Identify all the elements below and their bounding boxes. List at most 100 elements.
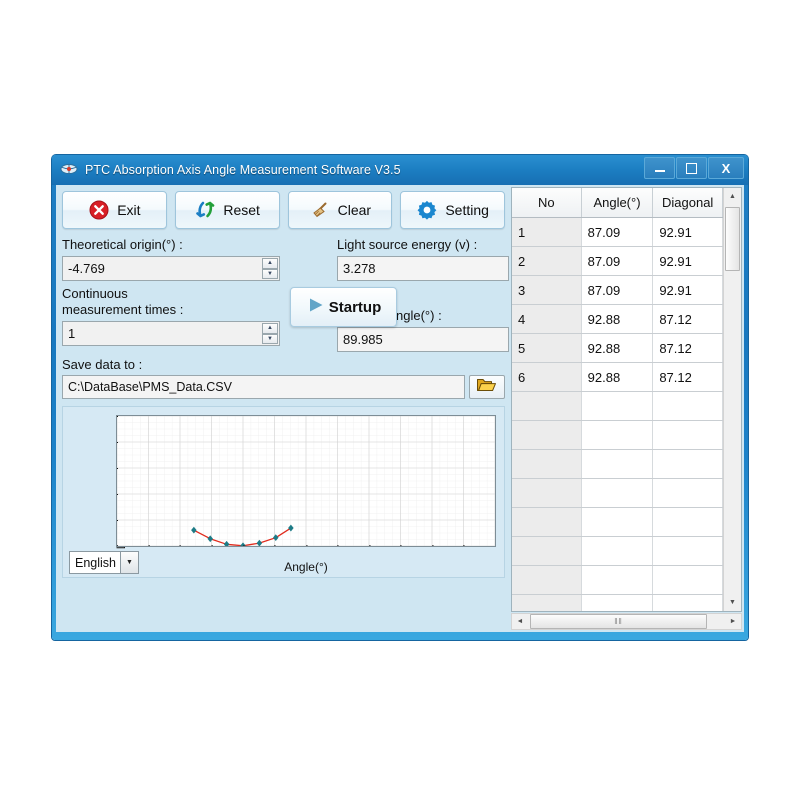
table-header-row: No Angle(°) Diagonal bbox=[512, 188, 723, 218]
close-button[interactable]: X bbox=[708, 157, 744, 179]
cell-angle bbox=[581, 392, 653, 421]
maximize-button[interactable] bbox=[676, 157, 707, 179]
table-row[interactable] bbox=[512, 537, 723, 566]
table-row[interactable]: 492.8887.12 bbox=[512, 305, 723, 334]
horizontal-scrollbar[interactable]: ◄ ‖‖ ► bbox=[511, 613, 742, 630]
table-row[interactable]: 692.8887.12 bbox=[512, 363, 723, 392]
cell-angle bbox=[581, 537, 653, 566]
cell-angle: 87.09 bbox=[581, 276, 653, 305]
column-header-diagonal[interactable]: Diagonal bbox=[653, 188, 723, 218]
tick-mark bbox=[338, 545, 339, 547]
table-row[interactable] bbox=[512, 566, 723, 595]
cell-angle bbox=[581, 595, 653, 612]
right-panel: No Angle(°) Diagonal 187.0992.91287.0992… bbox=[511, 185, 744, 632]
folder-open-icon bbox=[476, 376, 498, 399]
clear-label: Clear bbox=[338, 202, 371, 218]
table-row[interactable] bbox=[512, 421, 723, 450]
tick-mark bbox=[116, 416, 118, 417]
language-value: English bbox=[70, 556, 120, 570]
play-icon bbox=[306, 295, 326, 320]
exit-button[interactable]: Exit bbox=[62, 191, 167, 229]
table-row[interactable] bbox=[512, 479, 723, 508]
stepper-up-icon[interactable]: ▲ bbox=[262, 323, 278, 334]
table-row[interactable] bbox=[512, 450, 723, 479]
cell-diagonal: 87.12 bbox=[653, 305, 723, 334]
maximize-icon bbox=[686, 163, 697, 174]
gear-icon bbox=[416, 199, 438, 221]
cell-no bbox=[512, 508, 581, 537]
horizontal-scroll-thumb[interactable]: ‖‖ bbox=[530, 614, 707, 629]
fields-area: Theoretical origin(°) : -4.769 ▲ ▼ Conti… bbox=[62, 237, 505, 355]
table-row[interactable] bbox=[512, 595, 723, 612]
table-row[interactable] bbox=[512, 508, 723, 537]
stepper-up-icon[interactable]: ▲ bbox=[262, 258, 278, 269]
tick-mark bbox=[432, 545, 433, 547]
cell-no: 5 bbox=[512, 334, 581, 363]
cell-diagonal: 87.12 bbox=[653, 334, 723, 363]
browse-button[interactable] bbox=[469, 375, 505, 399]
scroll-down-icon[interactable]: ▼ bbox=[724, 594, 741, 611]
cell-no bbox=[512, 392, 581, 421]
light-energy-label: Light source energy (v) : bbox=[337, 237, 509, 253]
column-header-angle[interactable]: Angle(°) bbox=[581, 188, 653, 218]
stepper-down-icon[interactable]: ▼ bbox=[262, 334, 278, 345]
minimize-button[interactable] bbox=[644, 157, 675, 179]
table-row[interactable]: 387.0992.91 bbox=[512, 276, 723, 305]
column-header-no[interactable]: No bbox=[512, 188, 581, 218]
language-select[interactable]: English ▼ bbox=[69, 551, 139, 574]
table-row[interactable]: 287.0992.91 bbox=[512, 247, 723, 276]
chart-plot-area: 0246810025507510012515017520022525027530… bbox=[116, 415, 496, 547]
cell-angle bbox=[581, 450, 653, 479]
tick-mark bbox=[117, 545, 118, 547]
reset-icon bbox=[194, 199, 216, 221]
tick-mark bbox=[275, 545, 276, 547]
application-window: PTC Absorption Axis Angle Measurement So… bbox=[52, 155, 748, 640]
cell-no: 6 bbox=[512, 363, 581, 392]
tick-mark bbox=[116, 468, 118, 469]
chevron-down-icon[interactable]: ▼ bbox=[120, 552, 138, 573]
stepper-down-icon[interactable]: ▼ bbox=[262, 269, 278, 280]
scroll-up-icon[interactable]: ▲ bbox=[724, 188, 741, 205]
cell-diagonal: 92.91 bbox=[653, 276, 723, 305]
cell-no: 3 bbox=[512, 276, 581, 305]
save-path-value: C:\DataBase\PMS_Data.CSV bbox=[68, 380, 232, 394]
continuous-times-stepper[interactable]: ▲ ▼ bbox=[262, 323, 278, 344]
theoretical-origin-stepper[interactable]: ▲ ▼ bbox=[262, 258, 278, 279]
table-body: 187.0992.91287.0992.91387.0992.91492.888… bbox=[512, 218, 723, 612]
cell-angle bbox=[581, 566, 653, 595]
table-row[interactable]: 592.8887.12 bbox=[512, 334, 723, 363]
clear-button[interactable]: Clear bbox=[288, 191, 393, 229]
theoretical-origin-input[interactable]: -4.769 ▲ ▼ bbox=[62, 256, 280, 281]
chart-svg bbox=[117, 416, 495, 546]
cell-diagonal: 92.91 bbox=[653, 218, 723, 247]
startup-button[interactable]: Startup bbox=[290, 287, 397, 327]
setting-button[interactable]: Setting bbox=[400, 191, 505, 229]
theoretical-origin-label: Theoretical origin(°) : bbox=[62, 237, 280, 253]
tick-mark bbox=[401, 545, 402, 547]
scroll-left-icon[interactable]: ◄ bbox=[512, 614, 528, 629]
cell-no bbox=[512, 566, 581, 595]
tick-mark bbox=[116, 546, 118, 547]
continuous-label-line2: measurement times : bbox=[62, 302, 280, 318]
scroll-right-icon[interactable]: ► bbox=[725, 614, 741, 629]
left-panel: Exit Reset bbox=[56, 185, 511, 632]
cell-angle bbox=[581, 508, 653, 537]
cell-no bbox=[512, 421, 581, 450]
vertical-scroll-thumb[interactable] bbox=[725, 207, 740, 271]
cell-angle: 92.88 bbox=[581, 305, 653, 334]
cell-no bbox=[512, 595, 581, 612]
table-row[interactable] bbox=[512, 392, 723, 421]
cell-no bbox=[512, 450, 581, 479]
table-row[interactable]: 187.0992.91 bbox=[512, 218, 723, 247]
data-table-container: No Angle(°) Diagonal 187.0992.91287.0992… bbox=[511, 187, 742, 612]
data-grid[interactable]: No Angle(°) Diagonal 187.0992.91287.0992… bbox=[512, 188, 723, 611]
continuous-label-line1: Continuous bbox=[62, 286, 280, 302]
cell-angle: 92.88 bbox=[581, 334, 653, 363]
cell-diagonal bbox=[653, 595, 723, 612]
save-path-input[interactable]: C:\DataBase\PMS_Data.CSV bbox=[62, 375, 465, 399]
setting-label: Setting bbox=[445, 202, 489, 218]
reset-button[interactable]: Reset bbox=[175, 191, 280, 229]
continuous-times-input[interactable]: 1 ▲ ▼ bbox=[62, 321, 280, 346]
vertical-scrollbar[interactable]: ▲ ▼ bbox=[723, 188, 741, 611]
average-angle-value-box: 89.985 bbox=[337, 327, 509, 352]
